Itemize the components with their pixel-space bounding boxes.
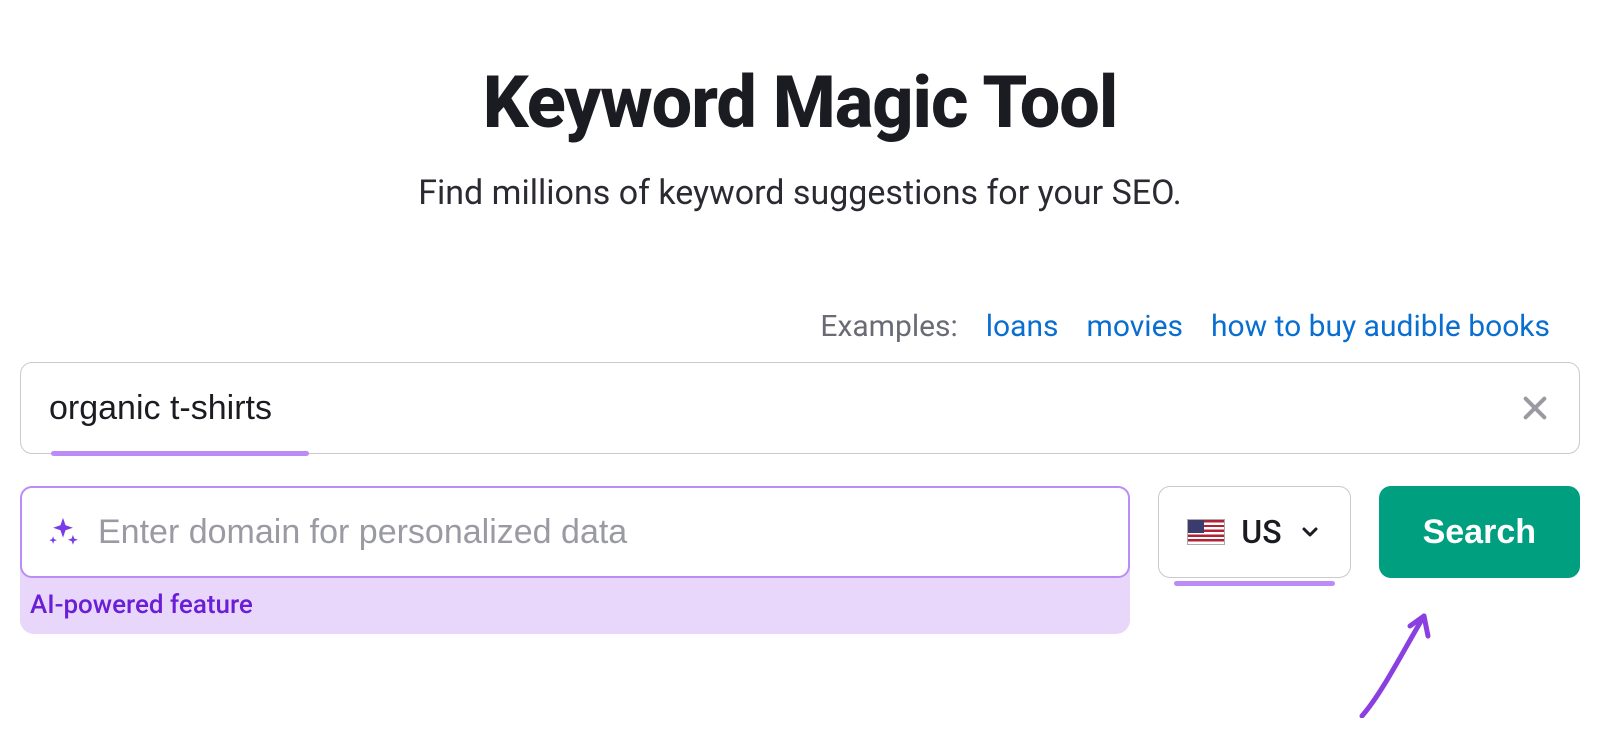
keyword-input-container[interactable]: [20, 362, 1580, 454]
domain-block: AI-powered feature: [20, 486, 1130, 634]
domain-input-container[interactable]: [20, 486, 1130, 578]
sparkle-icon: [46, 515, 80, 549]
domain-input[interactable]: [98, 513, 1104, 552]
country-select[interactable]: US: [1158, 486, 1350, 578]
chevron-down-icon: [1298, 520, 1322, 544]
keyword-input[interactable]: [49, 389, 1519, 428]
example-link-movies[interactable]: movies: [1087, 309, 1183, 344]
example-link-audible[interactable]: how to buy audible books: [1211, 309, 1550, 344]
us-flag-icon: [1187, 519, 1225, 545]
page-subtitle: Find millions of keyword suggestions for…: [20, 173, 1580, 213]
annotation-underline: [51, 451, 309, 456]
examples-row: Examples: loans movies how to buy audibl…: [20, 309, 1580, 344]
page-title: Keyword Magic Tool: [20, 60, 1580, 145]
annotation-underline: [1174, 581, 1334, 586]
close-icon[interactable]: [1519, 392, 1551, 424]
example-link-loans[interactable]: loans: [986, 309, 1059, 344]
country-code-label: US: [1241, 513, 1281, 551]
search-button[interactable]: Search: [1379, 486, 1580, 578]
examples-label: Examples:: [820, 309, 957, 344]
ai-feature-label: AI-powered feature: [20, 578, 1130, 620]
